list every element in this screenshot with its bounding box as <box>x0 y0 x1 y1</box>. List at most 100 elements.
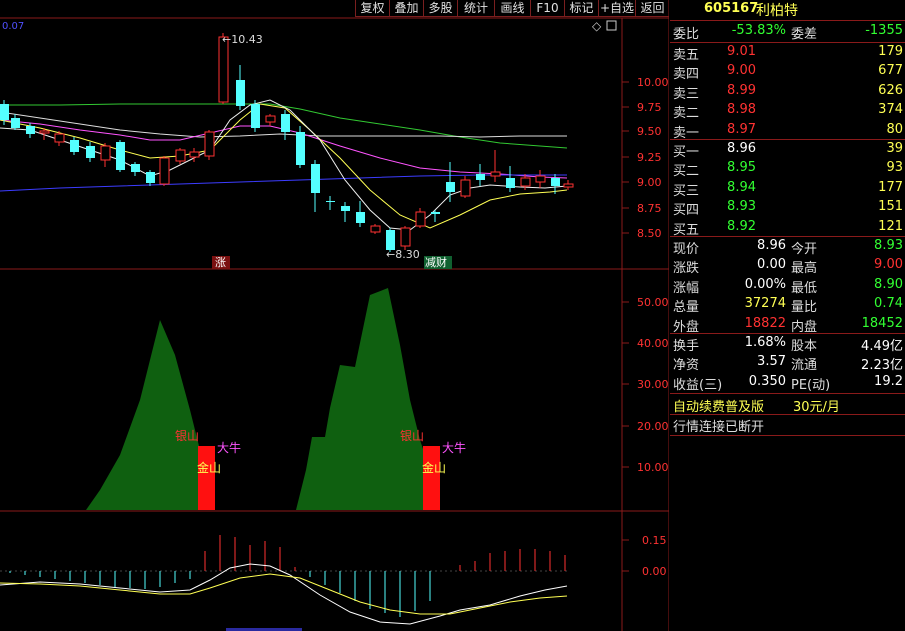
weibi-row: 委比 -53.83% 委差 -1355 <box>670 22 905 42</box>
price-tag[interactable]: 30元/月 <box>793 396 840 415</box>
ask-level-label: 卖三 <box>673 86 700 102</box>
stat-label: 最低 <box>791 280 818 296</box>
candle-body <box>189 151 200 158</box>
indicator-tick-label: 40.00 <box>637 337 669 350</box>
ask-volume: 626 <box>878 82 903 98</box>
candle-body <box>0 104 9 120</box>
stat-value: 8.93 <box>874 238 903 253</box>
ask-row[interactable]: 卖三 8.99 626 <box>670 82 905 102</box>
stat-label: 外盘 <box>673 319 700 335</box>
ask-price: 9.01 <box>727 44 756 59</box>
connection-status: 行情连接已断开 <box>673 420 765 435</box>
stat-value: 8.90 <box>874 276 903 292</box>
candle-body <box>506 178 515 188</box>
bid-level-label: 买一 <box>673 145 700 160</box>
candle-body <box>415 211 426 227</box>
stat-row: 涨幅 0.00% 最低 8.90 <box>670 276 905 296</box>
price-tick-label: 9.25 <box>637 151 662 164</box>
bid-row[interactable]: 买五 8.92 121 <box>670 218 905 238</box>
stat-value: 18822 <box>744 315 786 331</box>
bid-row[interactable]: 买三 8.94 177 <box>670 179 905 199</box>
bid-price: 8.92 <box>727 218 756 234</box>
bid-price: 8.96 <box>727 141 756 156</box>
candle-body <box>490 171 501 177</box>
stat-label: 内盘 <box>791 319 818 335</box>
bid-volume: 39 <box>886 141 903 156</box>
indicator-tick-label: 10.00 <box>637 461 669 474</box>
stat-label: 换手 <box>673 339 700 354</box>
diamond-icon[interactable]: ◇ <box>592 19 602 33</box>
separator <box>670 435 905 436</box>
bid-price: 8.93 <box>727 199 756 215</box>
bid-row[interactable]: 买四 8.93 151 <box>670 198 905 218</box>
promo-row[interactable]: 自动续费普及版 30元/月 <box>670 395 905 415</box>
candle-body <box>356 212 365 223</box>
ask-row[interactable]: 卖一 8.97 80 <box>670 121 905 141</box>
price-tick-label: 10.00 <box>637 76 669 89</box>
candle-body <box>100 145 111 161</box>
bid-price: 8.94 <box>727 179 756 195</box>
candle-body <box>26 126 35 134</box>
promo-text[interactable]: 自动续费普及版 <box>673 396 764 415</box>
price-tick-label: 9.75 <box>637 101 662 114</box>
candle-body <box>326 201 335 202</box>
candle-body <box>251 104 260 128</box>
stat-row: 涨跌 0.00 最高 9.00 <box>670 256 905 277</box>
yinshan-label-1: 银山 <box>175 429 199 443</box>
macd-axis: 0.15 0.00 <box>622 534 667 578</box>
window-toggle-icon[interactable] <box>606 20 617 31</box>
stat-value: 4.49亿 <box>861 339 903 354</box>
candle-body <box>370 225 381 233</box>
weibi-value: -53.83% <box>731 23 786 38</box>
bid-price: 8.95 <box>727 160 756 176</box>
ask-row[interactable]: 卖二 8.98 374 <box>670 101 905 122</box>
candle-body <box>386 230 395 250</box>
weicha-label: 委差 <box>791 27 818 42</box>
stat-label: 今开 <box>791 242 818 257</box>
candle-body <box>159 157 170 185</box>
candle-body <box>265 115 276 123</box>
stat-value: 3.57 <box>757 354 786 370</box>
kline-chart-area[interactable]: 10.00 9.75 9.50 9.25 9.00 8.75 8.50 0.07 ◇ ←10… <box>0 0 669 631</box>
candle-body <box>551 178 560 186</box>
candle-body <box>175 149 186 162</box>
candle-body <box>535 175 546 183</box>
stat-value: 18452 <box>861 315 903 331</box>
candle-body <box>236 80 245 106</box>
price-tick-label: 8.75 <box>637 202 662 215</box>
ask-volume: 80 <box>886 121 903 137</box>
jinshan-label-2: 金山 <box>422 460 446 475</box>
status-row: 行情连接已断开 <box>670 415 905 435</box>
indicator-axis: 50.00 40.00 30.00 20.00 10.00 <box>622 296 669 474</box>
stat-value: 8.96 <box>757 238 786 253</box>
bid-volume: 93 <box>886 160 903 176</box>
signal-bar-1 <box>198 446 215 510</box>
candle-body <box>296 132 305 165</box>
stat-value: 0.350 <box>748 373 786 389</box>
ask-row[interactable]: 卖四 9.00 677 <box>670 62 905 82</box>
candle-body <box>431 212 440 214</box>
stock-name: 利柏特 <box>756 3 798 19</box>
candle-body <box>54 133 65 143</box>
candlesticks <box>0 33 574 252</box>
candle-body <box>563 183 574 188</box>
ask-level-label: 卖二 <box>673 106 700 122</box>
price-tick-label: 9.50 <box>637 125 662 138</box>
bid-row[interactable]: 买一 8.96 39 <box>670 140 905 160</box>
yinshan-label-2: 银山 <box>400 429 424 443</box>
stat-label: 现价 <box>673 242 700 257</box>
candle-body <box>341 206 350 211</box>
stat-row: 收益(三) 0.350 PE(动) 19.2 <box>670 373 905 393</box>
ask-price: 8.99 <box>727 82 756 98</box>
signal-bar-2 <box>423 446 440 510</box>
stat-label: 量比 <box>791 300 818 316</box>
stat-label: 涨跌 <box>673 261 700 277</box>
stock-header: 605167 利柏特 <box>670 0 905 20</box>
candle-body <box>116 142 125 170</box>
candle-body <box>476 174 485 180</box>
ask-row[interactable]: 卖五 9.01 179 <box>670 43 905 63</box>
bid-row[interactable]: 买二 8.95 93 <box>670 159 905 179</box>
candle-body <box>11 118 20 128</box>
stat-value: 1.68% <box>744 335 786 350</box>
candle-body <box>39 130 50 134</box>
